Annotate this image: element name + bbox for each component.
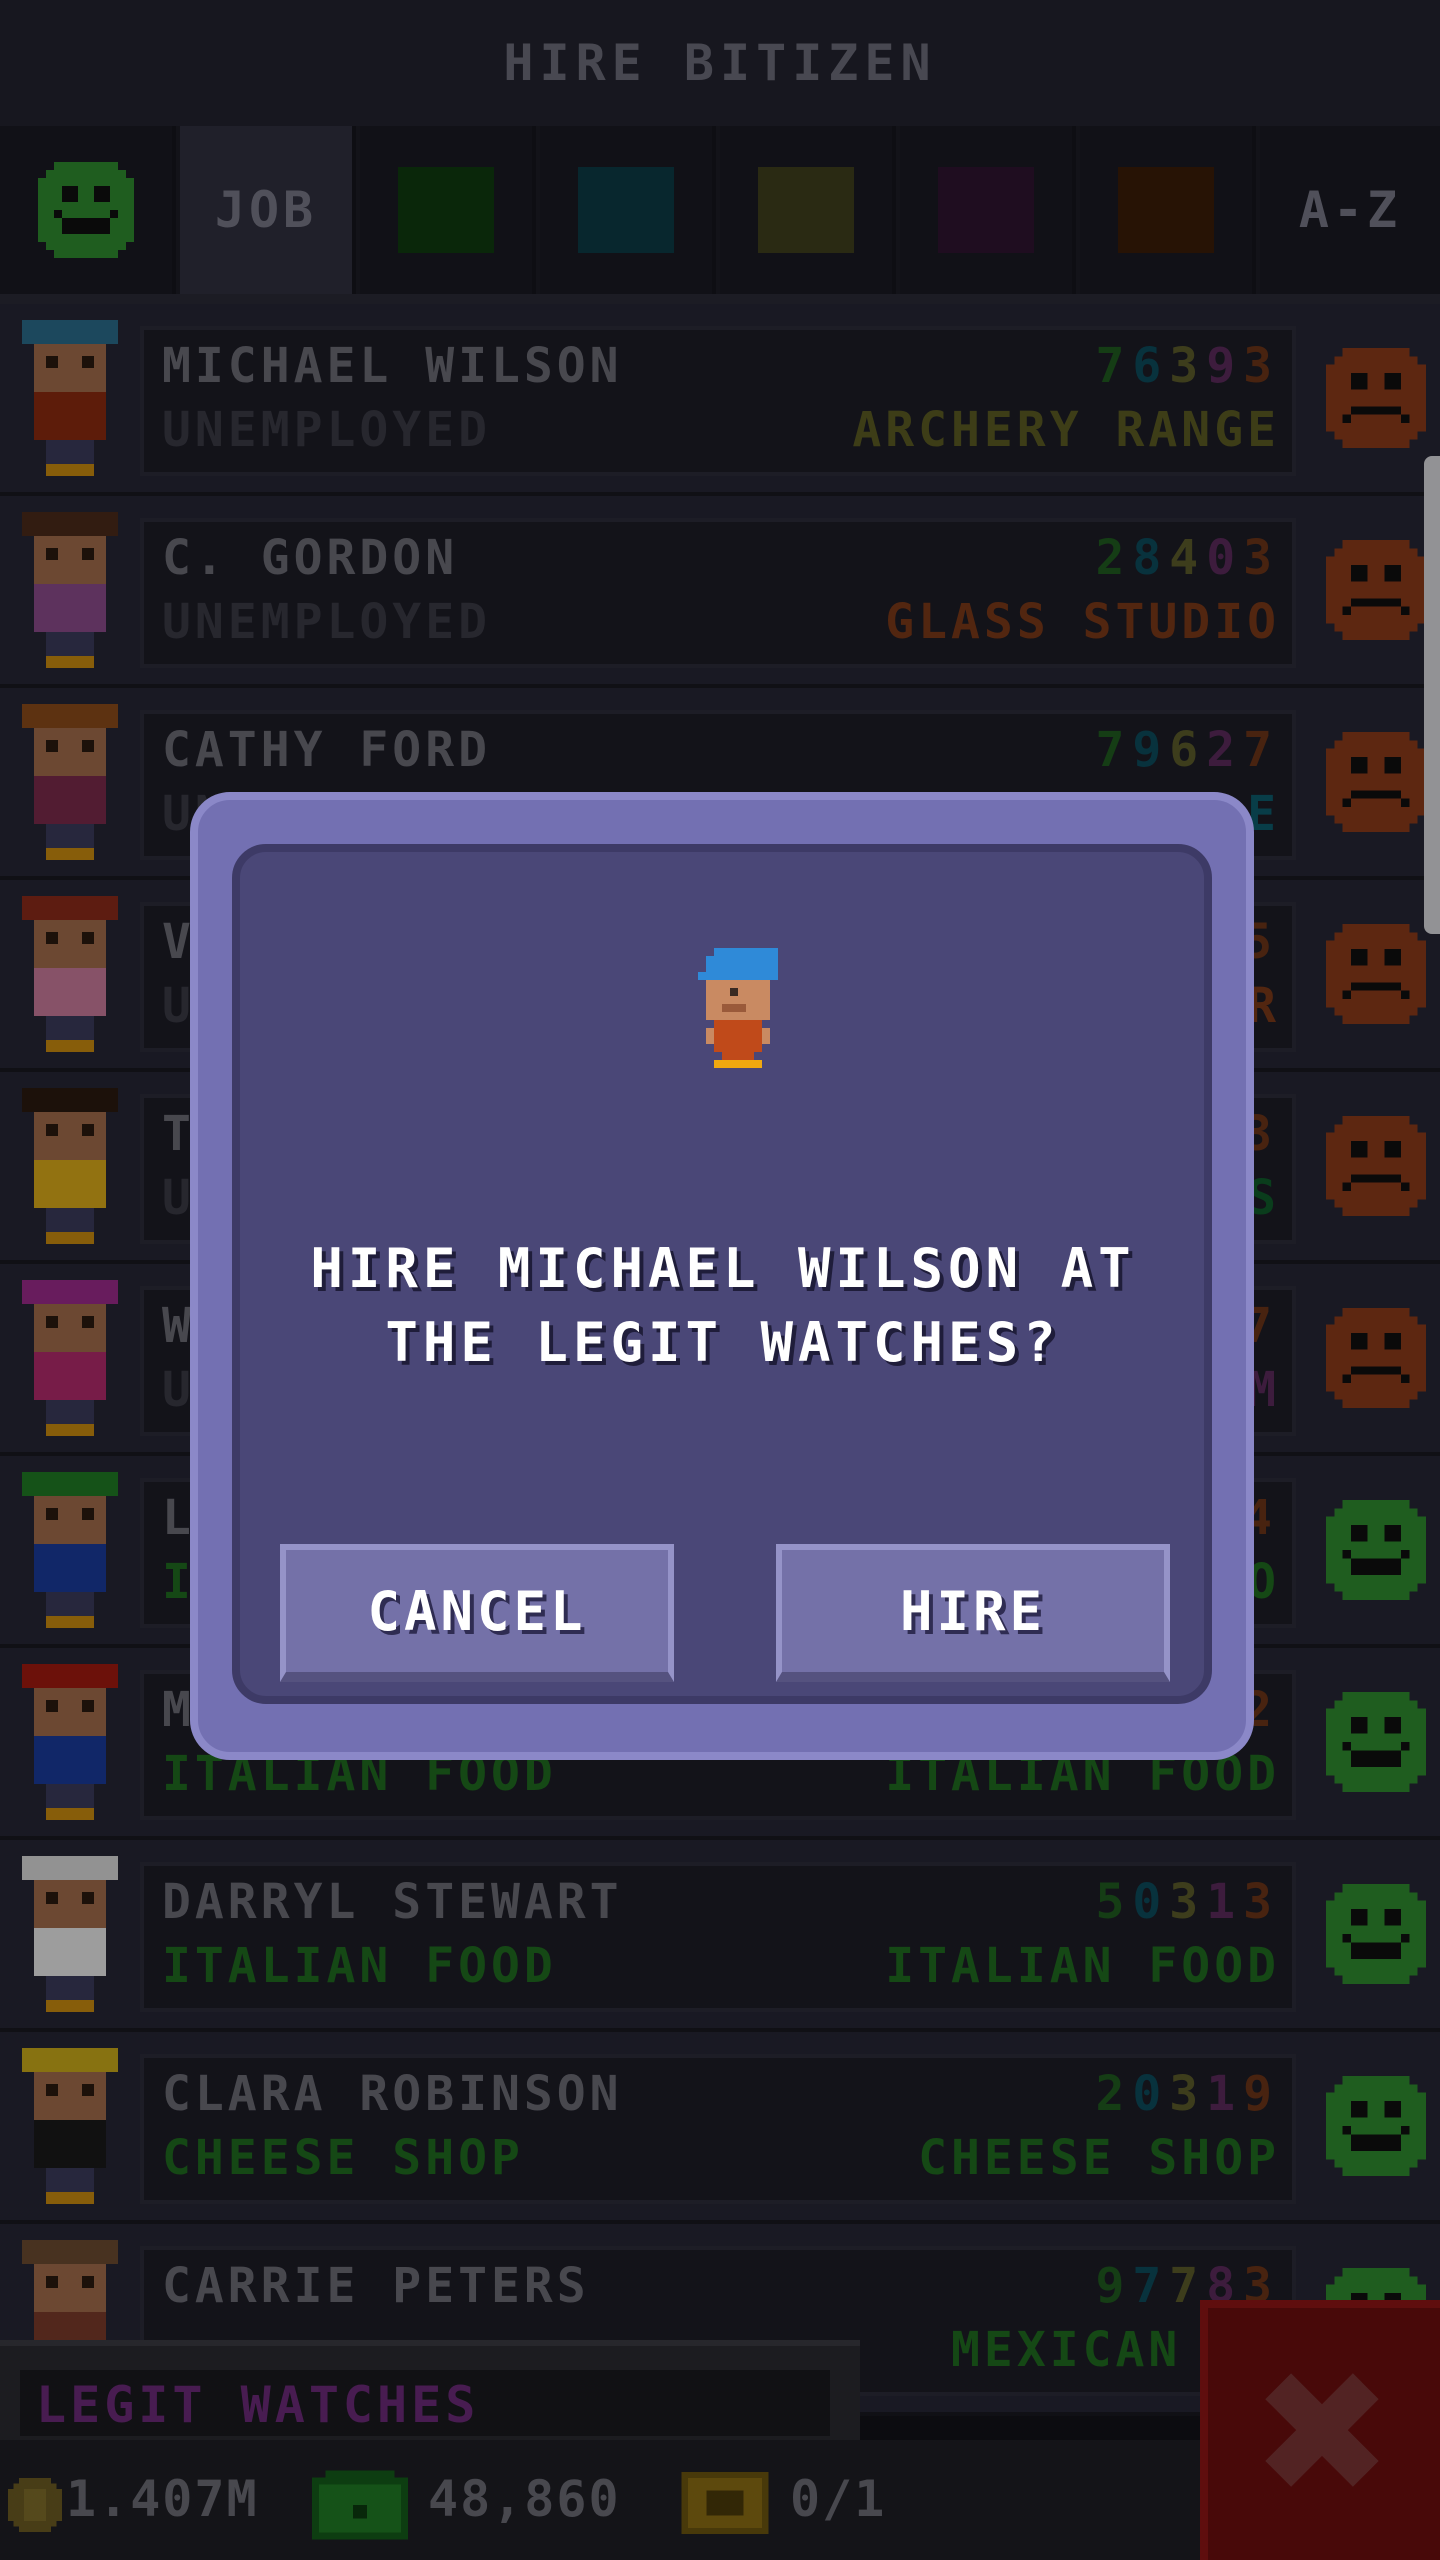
hire-button[interactable]: HIRE (776, 1544, 1170, 1682)
dialog-message: HIRE MICHAEL WILSON AT THE LEGIT WATCHES… (310, 1237, 1136, 1374)
dialog-body: HIRE MICHAEL WILSON AT THE LEGIT WATCHES… (232, 844, 1212, 1704)
hire-dialog: HIRE MICHAEL WILSON AT THE LEGIT WATCHES… (190, 792, 1254, 1760)
hire-button-label: HIRE (899, 1579, 1047, 1643)
cancel-button[interactable]: CANCEL (280, 1544, 674, 1682)
bitizen-avatar (698, 948, 778, 1068)
cancel-button-label: CANCEL (367, 1579, 587, 1643)
